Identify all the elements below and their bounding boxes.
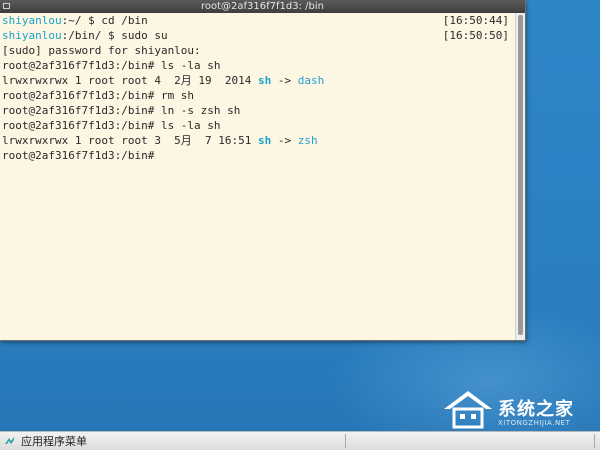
taskbar-separator — [594, 434, 595, 448]
prompt-command: :/bin/ $ sudo su — [61, 29, 168, 42]
ls-output-prefix: lrwxrwxrwx 1 root root 3 5月 7 16:51 — [2, 134, 259, 147]
symlink-arrow: -> — [271, 134, 298, 147]
watermark-name: 系统之家 — [498, 399, 574, 420]
symlink-target: dash — [297, 74, 325, 87]
taskbar: 应用程序菜单 — [0, 431, 600, 450]
taskbar-separator — [345, 434, 346, 448]
terminal-line: root@2af316f7f1d3:/bin# rm sh — [2, 89, 195, 102]
symlink-arrow: -> — [271, 74, 298, 87]
terminal-line: root@2af316f7f1d3:/bin# ls -la sh — [2, 59, 221, 72]
app-menu-icon — [5, 436, 14, 444]
symlink-name: sh — [258, 134, 272, 147]
prompt-command: :~/ $ cd /bin — [61, 14, 148, 27]
house-logo-icon — [444, 391, 492, 429]
app-menu-label: 应用程序菜单 — [21, 435, 87, 448]
terminal-line: root@2af316f7f1d3:/bin# ls -la sh — [2, 119, 221, 132]
watermark-url: XITONGZHIJIA.NET — [498, 419, 571, 427]
symlink-name: sh — [258, 74, 272, 87]
terminal-scrollbar[interactable] — [515, 13, 525, 340]
ls-output-prefix: lrwxrwxrwx 1 root root 4 2月 19 2014 — [2, 74, 259, 87]
terminal-line: lrwxrwxrwx 1 root root 3 5月 7 16:51 sh -… — [0, 133, 515, 148]
timestamp: [16:50:44] — [442, 14, 509, 27]
terminal-line: shiyanlou:/bin/ $ sudo su [16:50:50] — [0, 28, 515, 43]
symlink-target: zsh — [297, 134, 318, 147]
desktop: root@2af316f7f1d3: /bin shiyanlou:~/ $ c… — [0, 0, 600, 431]
prompt-user: shiyanlou — [2, 29, 62, 42]
scrollbar-thumb[interactable] — [518, 15, 523, 335]
terminal-window[interactable]: root@2af316f7f1d3: /bin shiyanlou:~/ $ c… — [0, 0, 526, 341]
window-titlebar[interactable]: root@2af316f7f1d3: /bin — [0, 0, 525, 13]
terminal-output[interactable]: shiyanlou:~/ $ cd /bin [16:50:44] shiyanl… — [0, 13, 515, 340]
terminal-line: shiyanlou:~/ $ cd /bin [16:50:44] — [0, 13, 515, 28]
terminal-line: root@2af316f7f1d3:/bin# — [2, 149, 155, 162]
timestamp: [16:50:50] — [442, 29, 509, 42]
terminal-line: lrwxrwxrwx 1 root root 4 2月 19 2014 sh -… — [0, 73, 515, 88]
app-menu-button[interactable]: 应用程序菜单 — [4, 433, 87, 449]
watermark-logo: 系统之家 XITONGZHIJIA.NET — [440, 385, 600, 431]
prompt-user: shiyanlou — [2, 14, 62, 27]
window-title: root@2af316f7f1d3: /bin — [200, 1, 324, 12]
terminal-line: [sudo] password for shiyanlou: — [2, 44, 201, 57]
terminal-line: root@2af316f7f1d3:/bin# ln -s zsh sh — [2, 104, 241, 117]
